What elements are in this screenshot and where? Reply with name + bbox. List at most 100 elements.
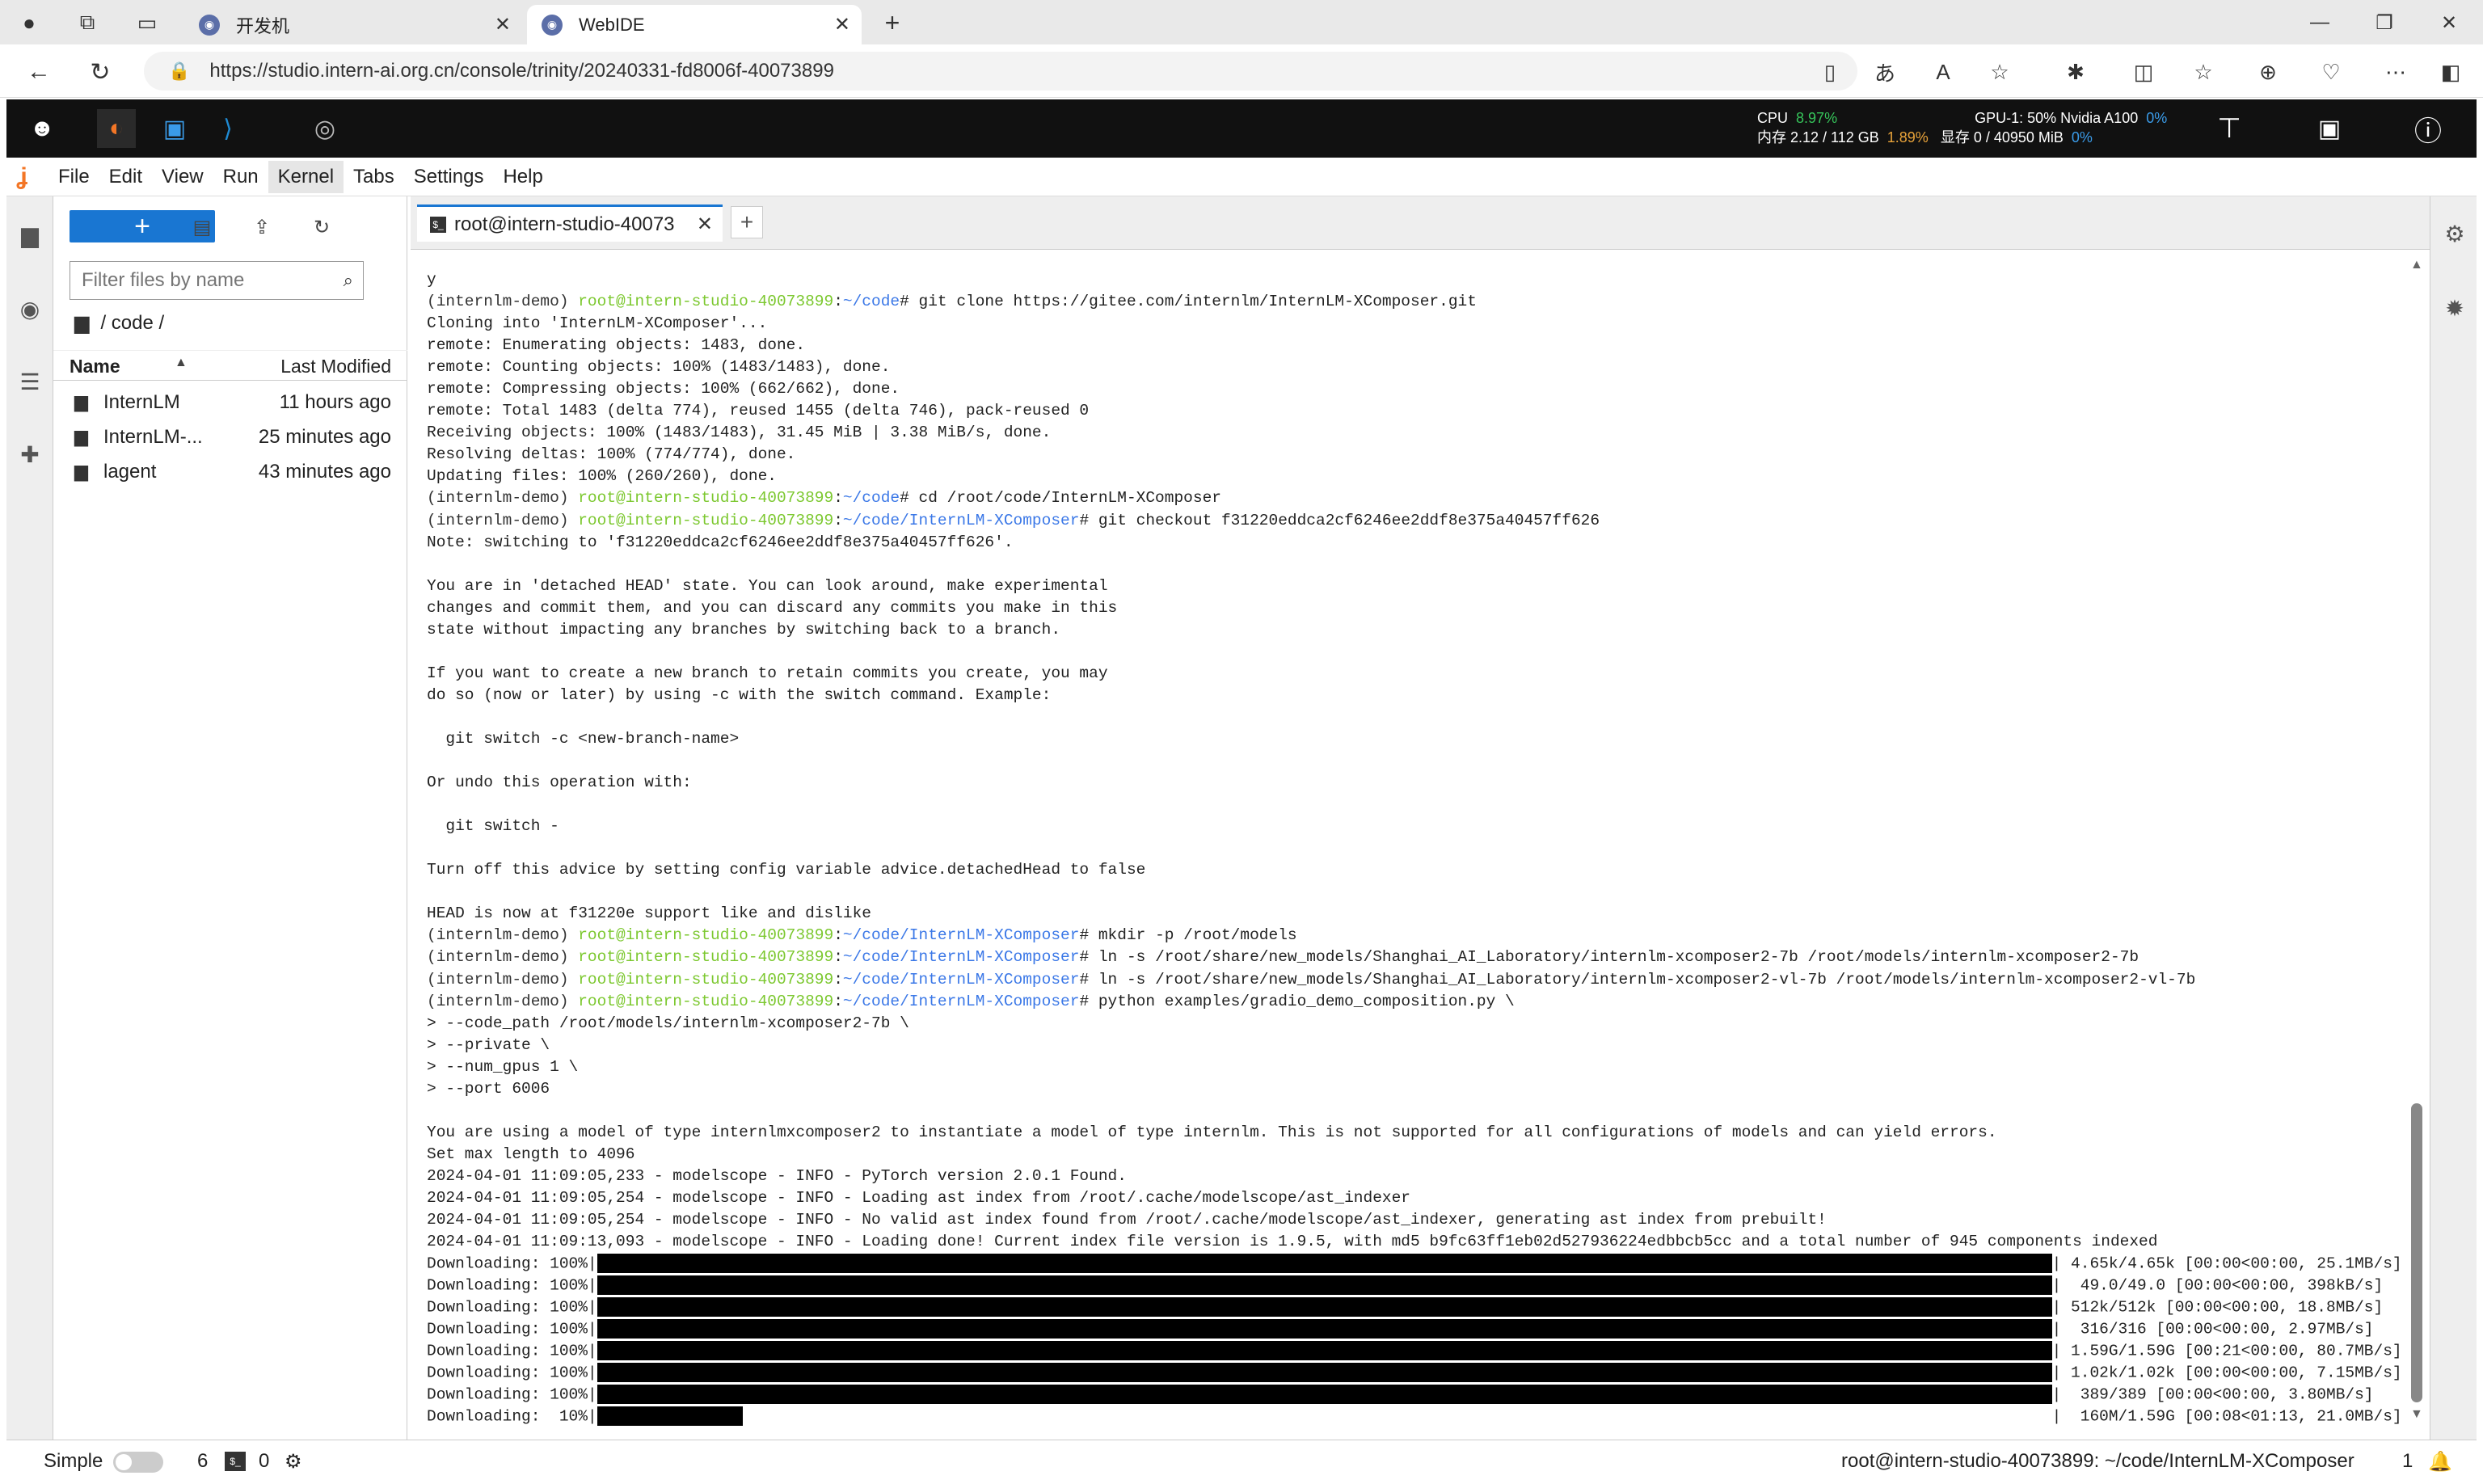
property-inspector-icon[interactable]: ⚙ [2439, 217, 2471, 250]
terminal-count[interactable]: 6 [197, 1450, 208, 1473]
scroll-down-icon[interactable]: ▼ [2410, 1407, 2423, 1422]
terminal-prompt-line: (internlm-demo) root@intern-studio-40073… [427, 926, 1297, 945]
workspaces-icon[interactable]: ⧉ [73, 8, 102, 37]
download-stats: | 1.02k/1.02k [00:00<00:00, 7.15MB/s] [2051, 1364, 2402, 1383]
browser-tab-devmachine[interactable]: ◉ 开发机 ✕ [184, 5, 522, 44]
lock-icon: 🔒 [168, 61, 191, 81]
file-row[interactable]: ▆ InternLM 11 hours ago [53, 385, 407, 419]
info-icon[interactable]: ⓘ [2409, 109, 2447, 148]
folder-icon[interactable]: ▆ [13, 217, 47, 251]
close-window-icon[interactable]: ✕ [2425, 5, 2473, 40]
gpu-label: GPU-1: 50% Nvidia A100 [1975, 110, 2139, 126]
download-progress-line: Downloading: 100%| | 389/389 [00:00<00:00… [427, 1384, 2402, 1406]
sidebar-toggle-icon[interactable]: ◧ [2435, 56, 2467, 88]
close-tab-icon[interactable]: ✕ [697, 213, 713, 236]
download-label: Downloading: 100%| [427, 1320, 597, 1339]
new-folder-icon[interactable]: ▤ [188, 213, 217, 242]
browser-tab-webide[interactable]: ◉ WebIDE ✕ [527, 5, 862, 44]
file-list-header: Name ▲ Last Modified [53, 350, 407, 381]
vscode-icon[interactable]: ⟩ [209, 109, 247, 148]
download-stats: | 160M/1.59G [00:08<01:13, 21.0MB/s] [2051, 1408, 2402, 1427]
dock-tab-bar: $_ root@intern-studio-40073 ✕ + [411, 196, 2430, 250]
menu-help[interactable]: Help [493, 161, 552, 193]
breadcrumb[interactable]: ▆ / code / [74, 311, 164, 335]
column-last-modified[interactable]: Last Modified [280, 356, 391, 377]
download-progress-bar [597, 1253, 2052, 1275]
terminal-prompt-line: (internlm-demo) root@intern-studio-40073… [427, 293, 1477, 311]
profile-icon[interactable]: ● [15, 8, 44, 37]
kernel-icon[interactable]: ⚙ [285, 1450, 302, 1473]
scrollbar-thumb[interactable] [2411, 1103, 2422, 1402]
download-progress-line: Downloading: 100%| | 49.0/49.0 [00:00<00:… [427, 1275, 2402, 1296]
simple-mode-toggle[interactable] [113, 1452, 163, 1473]
terminal-icon[interactable]: $_ [225, 1452, 246, 1471]
read-aloud-icon[interactable]: A [1927, 56, 1959, 88]
menu-kernel[interactable]: Kernel [268, 160, 344, 193]
url-bar[interactable]: 🔒 https://studio.intern-ai.org.cn/consol… [144, 52, 1857, 91]
menu-tabs[interactable]: Tabs [344, 161, 404, 193]
menu-view[interactable]: View [152, 161, 213, 193]
file-name: lagent [103, 461, 157, 483]
file-filter-field[interactable]: ⌕ [70, 261, 364, 300]
restore-icon[interactable]: ❐ [2360, 5, 2409, 40]
intern-logo-icon[interactable]: ☻ [23, 109, 61, 148]
favorites-icon[interactable]: ☆ [2187, 56, 2220, 88]
url-text[interactable]: https://studio.intern-ai.org.cn/console/… [209, 60, 834, 82]
more-menu-icon[interactable]: ⋯ [2380, 56, 2412, 88]
prompt-path: ~/code/InternLM-XComposer [842, 970, 1080, 989]
terminal-line: Set max length to 4096 [427, 1145, 635, 1163]
running-icon[interactable]: ◉ [13, 292, 47, 326]
column-name[interactable]: Name [70, 356, 120, 377]
upload-icon[interactable]: ⇪ [247, 213, 276, 242]
file-row[interactable]: ▆ InternLM-... 25 minutes ago [53, 419, 407, 453]
prompt-command: # python examples/gradio_demo_compositio… [1079, 992, 1515, 1010]
favorite-star-icon[interactable]: ☆ [1983, 56, 2016, 88]
collections-icon[interactable]: ⊕ [2252, 56, 2284, 88]
download-label: Downloading: 100%| [427, 1342, 597, 1360]
code-server-icon[interactable]: ▣ [155, 109, 194, 148]
new-tab-icon[interactable]: + [878, 8, 907, 37]
sort-asc-icon[interactable]: ▲ [175, 356, 188, 370]
close-tab-icon[interactable]: ✕ [495, 13, 511, 36]
refresh-icon[interactable]: ↻ [84, 56, 116, 88]
translate-icon[interactable]: あ [1869, 56, 1901, 88]
terminal-line: state without impacting any branches by … [427, 620, 1061, 639]
folder-icon: ▆ [74, 461, 88, 481]
jupyter-icon[interactable]: ◐ [97, 109, 136, 148]
extension-puzzle-icon[interactable]: ✚ [13, 437, 47, 471]
download-progress-fill [597, 1341, 2052, 1361]
tab-title: WebIDE [579, 14, 645, 35]
tab-actions-icon[interactable]: ▭ [133, 8, 162, 37]
menu-settings[interactable]: Settings [404, 161, 494, 193]
menu-edit[interactable]: Edit [99, 161, 152, 193]
tensorflow-icon[interactable]: ⊤ [2210, 109, 2249, 148]
download-progress-fill [597, 1319, 2052, 1339]
breadcrumb-path[interactable]: / code / [100, 312, 164, 335]
debugger-icon[interactable]: ✹ [2439, 292, 2471, 324]
kernel-count[interactable]: 0 [259, 1450, 269, 1473]
add-tab-icon[interactable]: + [731, 206, 763, 238]
terminal-scrollbar[interactable]: ▲ ▼ [2407, 253, 2428, 1433]
bell-icon[interactable]: 🔔 [2428, 1450, 2452, 1473]
extensions-icon[interactable]: ✱ [2059, 56, 2092, 88]
scroll-up-icon[interactable]: ▲ [2410, 258, 2423, 272]
terminal-output[interactable]: y (internlm-demo) root@intern-studio-4007… [417, 253, 2410, 1433]
gpu-value: 0% [2146, 110, 2168, 126]
reading-view-icon[interactable]: ▯ [1814, 56, 1846, 88]
compass-icon[interactable]: ◎ [306, 109, 344, 148]
terminal-tab[interactable]: $_ root@intern-studio-40073 ✕ [417, 204, 723, 242]
close-tab-icon[interactable]: ✕ [834, 13, 850, 36]
notification-count[interactable]: 1 [2402, 1450, 2413, 1473]
monitor-icon[interactable]: ▣ [2310, 109, 2349, 148]
menu-run[interactable]: Run [213, 161, 268, 193]
performance-icon[interactable]: ♡ [2315, 56, 2347, 88]
minimize-icon[interactable]: — [2295, 5, 2344, 40]
split-screen-icon[interactable]: ◫ [2127, 56, 2160, 88]
back-icon[interactable]: ← [23, 56, 55, 88]
prompt-user: root@intern-studio-40073899 [578, 293, 834, 311]
file-filter-input[interactable] [82, 269, 324, 292]
menu-file[interactable]: File [48, 161, 99, 193]
refresh-files-icon[interactable]: ↻ [307, 213, 336, 242]
toc-icon[interactable]: ☰ [13, 365, 47, 398]
file-row[interactable]: ▆ lagent 43 minutes ago [53, 454, 407, 488]
